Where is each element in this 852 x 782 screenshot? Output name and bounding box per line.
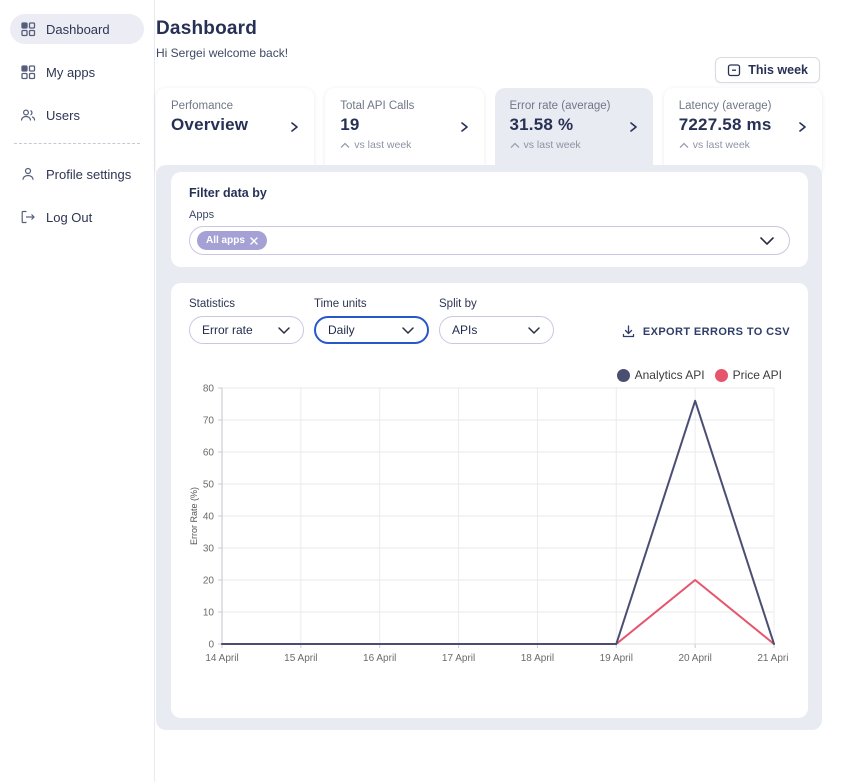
- period-selector-label: This week: [748, 63, 808, 77]
- chevron-down-icon: [277, 326, 291, 335]
- grid-icon: [20, 64, 36, 80]
- svg-text:40: 40: [203, 512, 215, 523]
- card-value: 19: [340, 115, 449, 135]
- legend-item-analytics-api[interactable]: Analytics API: [617, 368, 705, 382]
- chevron-down-icon: [759, 236, 775, 246]
- calendar-icon: [727, 63, 741, 77]
- trend-up-icon: [510, 142, 520, 149]
- svg-text:18 April: 18 April: [521, 653, 554, 664]
- time-units-value: Daily: [328, 323, 355, 337]
- error-rate-line-chart: 14 April 15 April 16 April 17 April 18 April…: [189, 384, 789, 668]
- period-selector-button[interactable]: This week: [715, 57, 820, 83]
- chart-legend: Analytics API Price API: [189, 368, 782, 382]
- trend-up-icon: [679, 142, 689, 149]
- trend-up-icon: [340, 142, 350, 149]
- stat-tabs: Perfomance Overview Total API Calls 19 v…: [156, 88, 822, 165]
- logout-icon: [20, 209, 36, 225]
- sidebar-item-my-apps[interactable]: My apps: [10, 57, 144, 87]
- chevron-right-icon: [287, 120, 301, 134]
- svg-text:50: 50: [203, 480, 215, 491]
- card-label: Perfomance: [171, 100, 280, 112]
- tab-error-rate[interactable]: Error rate (average) 31.58 % vs last wee…: [495, 88, 653, 176]
- svg-text:80: 80: [203, 384, 215, 395]
- sidebar-item-users[interactable]: Users: [10, 100, 144, 130]
- page-title: Dashboard: [156, 0, 852, 40]
- legend-dot: [617, 369, 630, 382]
- chip-label: All apps: [206, 235, 245, 246]
- sidebar-item-profile-settings[interactable]: Profile settings: [10, 159, 144, 189]
- all-apps-chip[interactable]: All apps: [197, 231, 267, 250]
- legend-item-price-api[interactable]: Price API: [715, 368, 782, 382]
- split-by-select[interactable]: APIs: [439, 316, 554, 344]
- tab-performance-overview[interactable]: Perfomance Overview: [156, 88, 314, 176]
- split-by-control: Split by APIs: [439, 298, 554, 344]
- chevron-down-icon: [527, 326, 541, 335]
- export-errors-csv-button[interactable]: EXPORT ERRORS TO CSV: [621, 324, 790, 339]
- time-units-control: Time units Daily: [314, 298, 429, 344]
- sidebar-item-log-out[interactable]: Log Out: [10, 202, 144, 232]
- chevron-right-icon: [626, 120, 640, 134]
- svg-text:Error Rate (%): Error Rate (%): [189, 487, 199, 545]
- grid-icon: [20, 21, 36, 37]
- card-note: vs last week: [510, 139, 619, 151]
- tab-latency[interactable]: Latency (average) 7227.58 ms vs last wee…: [664, 88, 822, 176]
- svg-text:17 April: 17 April: [442, 653, 475, 664]
- svg-text:20 April: 20 April: [678, 653, 711, 664]
- svg-text:19 April: 19 April: [600, 653, 633, 664]
- svg-text:10: 10: [203, 608, 215, 619]
- filter-title: Filter data by: [189, 186, 790, 200]
- chevron-right-icon: [795, 120, 809, 134]
- main-content: Dashboard Hi Sergei welcome back! This w…: [156, 0, 852, 782]
- legend-dot: [715, 369, 728, 382]
- chart-controls: Statistics Error rate Time units Daily: [189, 298, 790, 344]
- user-icon: [20, 166, 36, 182]
- download-icon: [621, 324, 636, 339]
- card-label: Total API Calls: [340, 100, 449, 112]
- card-note: vs last week: [679, 139, 788, 151]
- svg-text:21 April: 21 April: [757, 653, 789, 664]
- svg-text:15 April: 15 April: [284, 653, 317, 664]
- card-label: Latency (average): [679, 100, 788, 112]
- statistics-select[interactable]: Error rate: [189, 316, 304, 344]
- card-value: Overview: [171, 115, 280, 135]
- svg-text:14 April: 14 April: [205, 653, 238, 664]
- sidebar-item-label: Log Out: [46, 210, 92, 225]
- content-shell: Filter data by Apps All apps Statistics: [156, 165, 822, 730]
- apps-multiselect[interactable]: All apps: [189, 226, 790, 255]
- card-value: 31.58 %: [510, 115, 619, 135]
- sidebar-divider: [14, 143, 140, 144]
- card-note: vs last week: [340, 139, 449, 151]
- chevron-down-icon: [401, 326, 415, 335]
- statistics-control: Statistics Error rate: [189, 298, 304, 344]
- svg-text:30: 30: [203, 544, 215, 555]
- sidebar-item-label: Users: [46, 108, 80, 123]
- users-icon: [20, 107, 36, 123]
- close-icon[interactable]: [250, 237, 258, 245]
- sidebar-item-label: Profile settings: [46, 167, 131, 182]
- svg-text:60: 60: [203, 448, 215, 459]
- tab-total-api-calls[interactable]: Total API Calls 19 vs last week: [325, 88, 483, 176]
- card-value: 7227.58 ms: [679, 115, 788, 135]
- card-label: Error rate (average): [510, 100, 619, 112]
- sidebar-item-dashboard[interactable]: Dashboard: [10, 14, 144, 44]
- sidebar-item-label: Dashboard: [46, 22, 110, 37]
- svg-text:70: 70: [203, 416, 215, 427]
- svg-text:20: 20: [203, 576, 215, 587]
- filter-panel: Filter data by Apps All apps: [171, 172, 808, 267]
- statistics-label: Statistics: [189, 298, 304, 310]
- svg-text:0: 0: [208, 640, 214, 651]
- export-label: EXPORT ERRORS TO CSV: [643, 326, 790, 338]
- split-by-value: APIs: [452, 323, 477, 337]
- split-by-label: Split by: [439, 298, 554, 310]
- statistics-value: Error rate: [202, 323, 253, 337]
- chart-panel: Statistics Error rate Time units Daily: [171, 283, 808, 718]
- sidebar: Dashboard My apps Users Profile settings…: [0, 0, 155, 782]
- sidebar-item-label: My apps: [46, 65, 95, 80]
- time-units-select[interactable]: Daily: [314, 316, 429, 344]
- svg-text:16 April: 16 April: [363, 653, 396, 664]
- chevron-right-icon: [457, 120, 471, 134]
- apps-label: Apps: [189, 209, 790, 221]
- time-units-label: Time units: [314, 298, 429, 310]
- chart-area: 14 April 15 April 16 April 17 April 18 April…: [189, 384, 790, 673]
